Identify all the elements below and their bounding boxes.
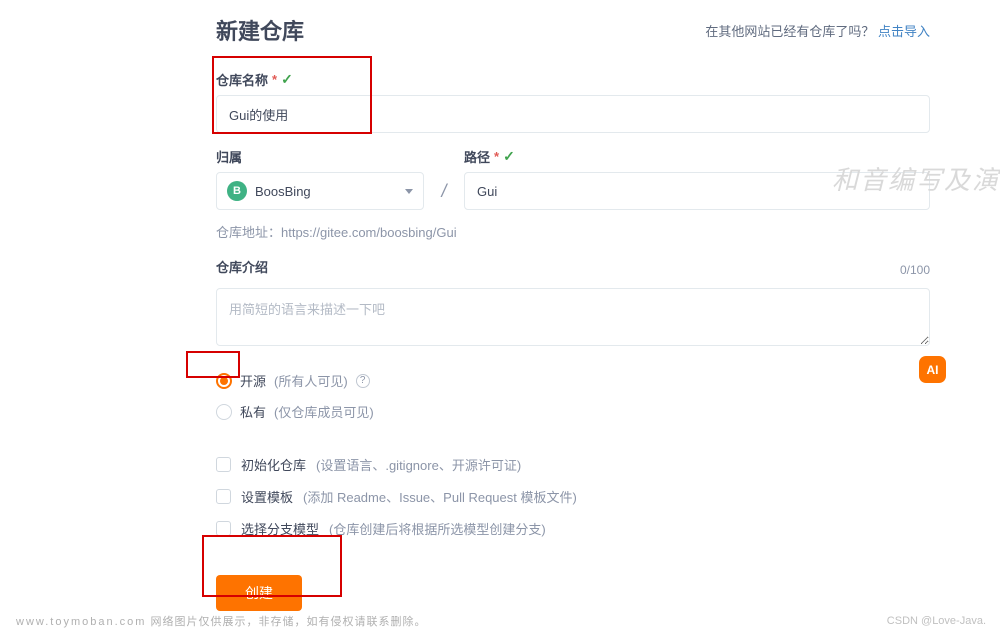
import-link[interactable]: 点击导入 <box>878 24 930 39</box>
public-hint: (所有人可见) <box>274 371 348 390</box>
footer-left: www.toymoban.com 网络图片仅供展示，非存储，如有侵权请联系删除。 <box>16 613 427 629</box>
required-asterisk: * <box>494 149 499 164</box>
repo-name-label: 仓库名称 * ✓ <box>216 70 930 89</box>
help-icon[interactable]: ? <box>356 374 370 388</box>
description-label: 仓库介绍 <box>216 257 268 276</box>
owner-label: 归属 <box>216 147 424 166</box>
init-hint: (设置语言、.gitignore、开源许可证) <box>316 455 521 474</box>
path-label: 路径 * ✓ <box>464 147 930 166</box>
ai-badge[interactable]: AI <box>919 356 946 383</box>
radio-public[interactable] <box>216 373 232 389</box>
avatar: B <box>227 181 247 201</box>
path-input[interactable] <box>464 172 930 210</box>
private-label: 私有 <box>240 402 266 421</box>
repo-name-input[interactable] <box>216 95 930 133</box>
public-label: 开源 <box>240 371 266 390</box>
create-button[interactable]: 创建 <box>216 575 302 611</box>
owner-select[interactable]: B BoosBing <box>216 172 424 210</box>
checkbox-branch[interactable] <box>216 521 231 536</box>
init-label: 初始化仓库 <box>241 455 306 474</box>
repo-url-hint: 仓库地址：https://gitee.com/boosbing/Gui <box>216 222 930 241</box>
checkbox-template[interactable] <box>216 489 231 504</box>
footer-right: CSDN @Love-Java. <box>887 615 986 627</box>
private-hint: (仅仓库成员可见) <box>274 402 374 421</box>
owner-name: BoosBing <box>255 184 405 199</box>
check-icon: ✓ <box>281 71 293 88</box>
required-asterisk: * <box>272 72 277 87</box>
description-textarea[interactable] <box>216 288 930 346</box>
import-prompt-text: 在其他网站已经有仓库了吗？ <box>705 24 874 39</box>
branch-hint: (仓库创建后将根据所选模型创建分支) <box>329 519 546 538</box>
template-label: 设置模板 <box>241 487 293 506</box>
page-title: 新建仓库 <box>216 14 304 46</box>
branch-label: 选择分支模型 <box>241 519 319 538</box>
import-prompt: 在其他网站已经有仓库了吗？ 点击导入 <box>705 21 930 40</box>
checkbox-init[interactable] <box>216 457 231 472</box>
char-counter: 0/100 <box>900 263 930 277</box>
check-icon: ✓ <box>503 148 515 165</box>
path-separator: / <box>438 181 450 210</box>
radio-private[interactable] <box>216 404 232 420</box>
template-hint: (添加 Readme、Issue、Pull Request 模板文件) <box>303 487 577 506</box>
chevron-down-icon <box>405 189 413 194</box>
